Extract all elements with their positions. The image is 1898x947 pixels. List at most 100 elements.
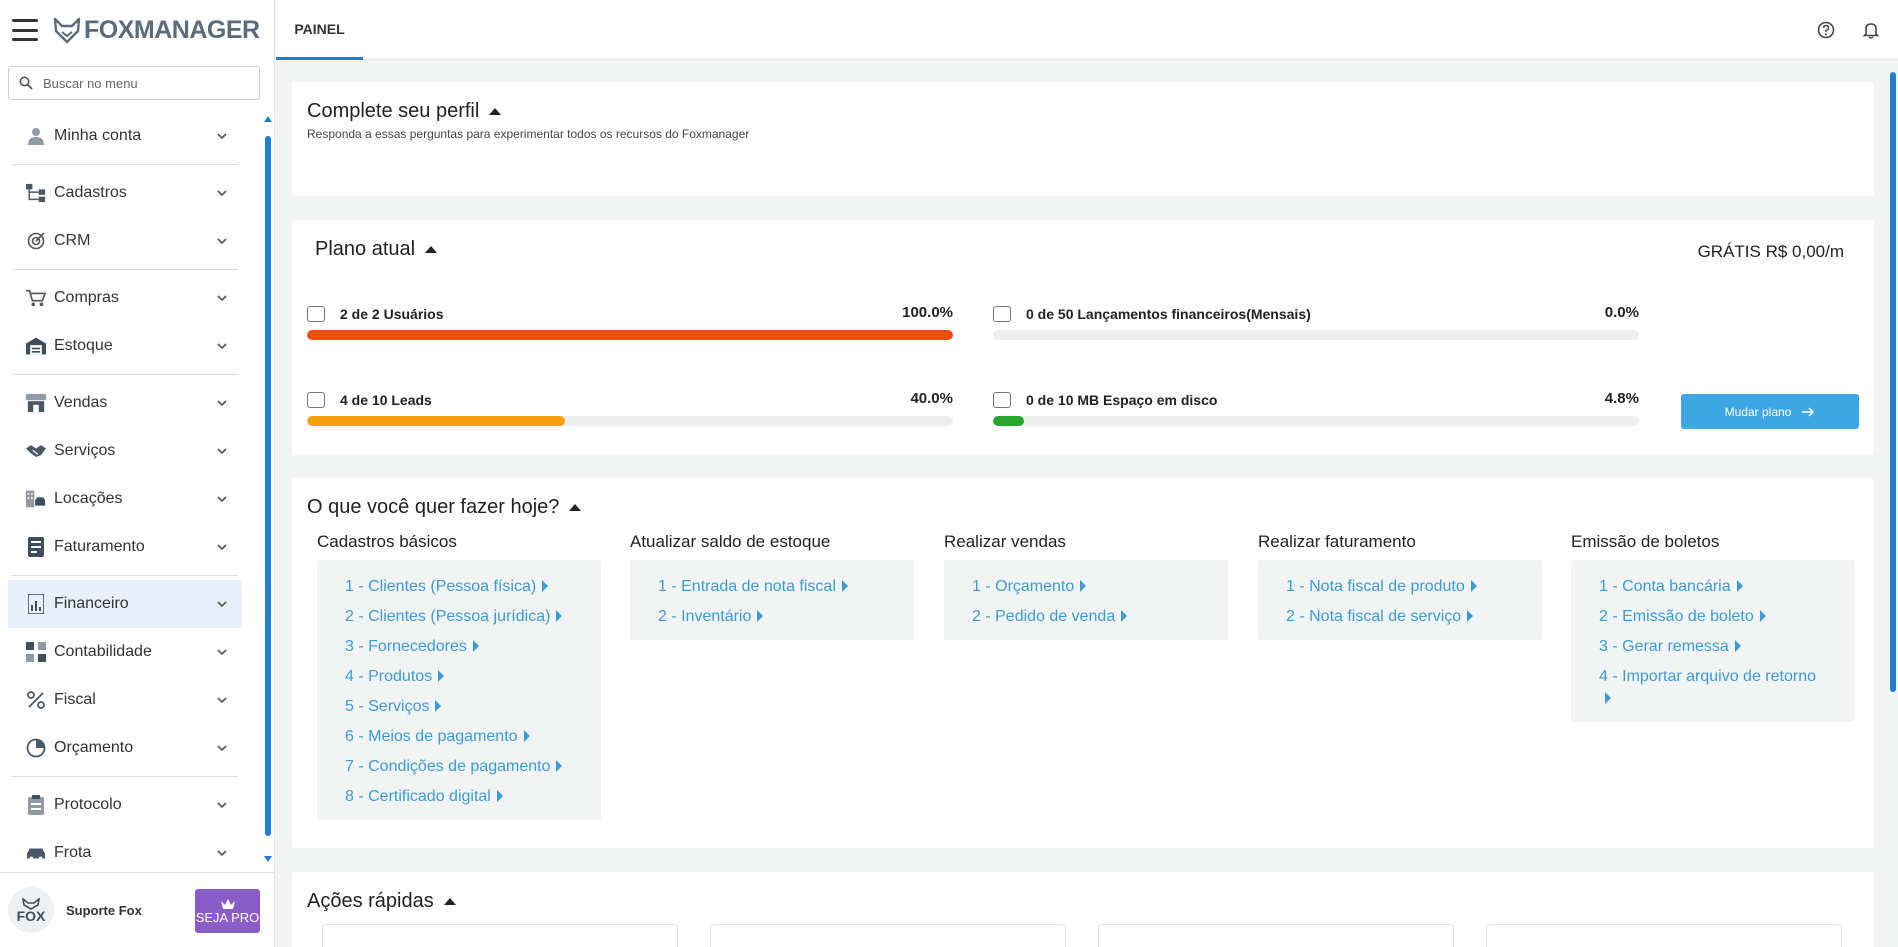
sidebar-item-servicos[interactable]: Serviços <box>8 427 242 475</box>
todo-link[interactable]: 1 - Orçamento <box>972 572 1228 602</box>
chevron-down-icon <box>217 400 227 407</box>
caret-up-icon[interactable] <box>425 246 438 253</box>
usage-label: 0 de 10 MB Espaço em disco <box>1026 392 1218 408</box>
todo-link[interactable]: 5 - Serviços <box>345 692 601 722</box>
todo-link[interactable]: 8 - Certificado digital <box>345 782 601 812</box>
todo-column-box: 1 - Clientes (Pessoa física) 2 - Cliente… <box>317 560 601 820</box>
page-scroll-thumb[interactable] <box>1890 72 1896 692</box>
sidebar-item-fiscal[interactable]: Fiscal <box>8 676 242 724</box>
sidebar-item-label: Contabilidade <box>54 643 152 660</box>
sidebar-item-frota[interactable]: Frota <box>8 829 242 872</box>
avatar[interactable]: FOX <box>8 887 54 933</box>
chevron-down-icon <box>217 649 227 656</box>
todo-link[interactable]: 1 - Clientes (Pessoa física) <box>345 572 601 602</box>
sidebar-item-protocolo[interactable]: Protocolo <box>8 781 242 829</box>
todo-link[interactable]: 2 - Nota fiscal de serviço <box>1286 602 1542 632</box>
change-plan-button[interactable]: Mudar plano <box>1681 394 1859 429</box>
sidebar-item-vendas[interactable]: Vendas <box>8 379 242 427</box>
menu-search-input[interactable] <box>43 75 243 91</box>
scroll-thumb[interactable] <box>265 136 271 836</box>
sidebar-footer: FOX Suporte Fox SEJA PRO <box>0 872 275 947</box>
search-icon <box>19 76 33 90</box>
sidebar-item-minha-conta[interactable]: Minha conta <box>8 112 242 160</box>
sidebar-item-label: Financeiro <box>54 595 129 612</box>
sidebar-scrollbar[interactable] <box>264 116 272 862</box>
todo-column-boletos: Emissão de boletos 1 - Conta bancária 2 … <box>1571 532 1855 722</box>
target-icon <box>26 231 46 251</box>
todo-link[interactable]: 1 - Entrada de nota fiscal <box>658 572 914 602</box>
quick-action-card[interactable] <box>322 924 678 947</box>
caret-right-icon <box>1759 609 1766 622</box>
caret-right-icon <box>1467 609 1474 622</box>
caret-up-icon[interactable] <box>569 504 582 511</box>
sidebar-item-financeiro[interactable]: Financeiro <box>8 580 242 628</box>
chevron-down-icon <box>217 544 227 551</box>
todo-link[interactable]: 2 - Inventário <box>658 602 914 632</box>
page-scrollbar[interactable] <box>1890 62 1896 947</box>
caret-up-icon[interactable] <box>443 898 456 905</box>
todo-link[interactable]: 1 - Nota fiscal de produto <box>1286 572 1542 602</box>
disk-icon <box>993 392 1011 408</box>
scroll-up-arrow-icon[interactable] <box>264 116 272 122</box>
warehouse-icon <box>26 336 46 356</box>
sidebar-item-locacoes[interactable]: Locações <box>8 475 242 523</box>
chevron-down-icon <box>217 745 227 752</box>
todo-link[interactable]: 2 - Clientes (Pessoa jurídica) <box>345 602 601 632</box>
todo-link[interactable]: 3 - Fornecedores <box>345 632 601 662</box>
todo-column-vendas: Realizar vendas 1 - Orçamento 2 - Pedido… <box>944 532 1228 640</box>
todo-link[interactable]: 6 - Meios de pagamento <box>345 722 601 752</box>
usage-label: 2 de 2 Usuários <box>340 306 444 322</box>
caret-up-icon[interactable] <box>489 108 502 115</box>
quick-actions-title[interactable]: Ações rápidas <box>307 890 456 913</box>
sidebar-item-label: Faturamento <box>54 538 145 555</box>
profile-card-title[interactable]: Complete seu perfil <box>307 100 1859 123</box>
chevron-down-icon <box>217 448 227 455</box>
seja-pro-button[interactable]: SEJA PRO <box>195 889 260 933</box>
avatar-text: FOX <box>16 908 46 924</box>
sidebar-item-crm[interactable]: CRM <box>8 217 242 265</box>
chevron-down-icon <box>217 190 227 197</box>
caret-right-icon <box>556 609 563 622</box>
sidebar-item-contabilidade[interactable]: Contabilidade <box>8 628 242 676</box>
caret-right-icon <box>1605 691 1611 704</box>
todo-link[interactable]: 7 - Condições de pagamento <box>345 752 601 782</box>
user-icon <box>26 126 46 146</box>
clipboard-icon <box>26 795 46 815</box>
scroll-down-arrow-icon[interactable] <box>264 856 272 862</box>
finance-card-icon <box>993 306 1011 322</box>
todo-link[interactable]: 3 - Gerar remessa <box>1599 632 1835 662</box>
sidebar-item-orcamento[interactable]: Orçamento <box>8 724 242 772</box>
support-label[interactable]: Suporte Fox <box>66 903 142 918</box>
sidebar-item-compras[interactable]: Compras <box>8 274 242 322</box>
quick-action-card[interactable] <box>1098 924 1454 947</box>
bell-icon[interactable] <box>1861 20 1881 40</box>
todo-card-title[interactable]: O que você quer fazer hoje? <box>307 496 582 519</box>
quick-action-card[interactable] <box>710 924 1066 947</box>
help-icon[interactable] <box>1816 20 1836 40</box>
tab-painel[interactable]: PAINEL <box>276 0 363 60</box>
todo-column-title: Emissão de boletos <box>1571 532 1720 551</box>
todo-link[interactable]: 1 - Conta bancária <box>1599 572 1835 602</box>
building-car-icon <box>26 489 46 509</box>
plan-card-title[interactable]: Plano atual <box>315 238 438 261</box>
users-icon <box>307 306 325 322</box>
todo-link[interactable]: 4 - Produtos <box>345 662 601 692</box>
chevron-down-icon <box>217 133 227 140</box>
logo[interactable]: FOXMANAGER <box>52 15 260 45</box>
chevron-down-icon <box>217 238 227 245</box>
sidebar-item-faturamento[interactable]: Faturamento <box>8 523 242 571</box>
quick-action-card[interactable] <box>1486 924 1842 947</box>
chevron-down-icon <box>217 802 227 809</box>
sidebar: FOXMANAGER Minha conta Cadastros CRM Com… <box>0 0 275 947</box>
todo-link[interactable]: 2 - Pedido de venda <box>972 602 1228 632</box>
todo-column-faturamento: Realizar faturamento 1 - Nota fiscal de … <box>1258 532 1542 640</box>
calculator-icon <box>26 642 46 662</box>
sidebar-item-cadastros[interactable]: Cadastros <box>8 169 242 217</box>
todo-link[interactable]: 4 - Importar arquivo de retorno <box>1599 662 1835 714</box>
todo-link[interactable]: 2 - Emissão de boleto <box>1599 602 1835 632</box>
hamburger-menu-icon[interactable] <box>12 19 38 41</box>
todo-column-box: 1 - Nota fiscal de produto 2 - Nota fisc… <box>1258 560 1542 640</box>
sidebar-item-estoque[interactable]: Estoque <box>8 322 242 370</box>
usage-bar <box>307 330 953 340</box>
caret-right-icon <box>1470 579 1477 592</box>
